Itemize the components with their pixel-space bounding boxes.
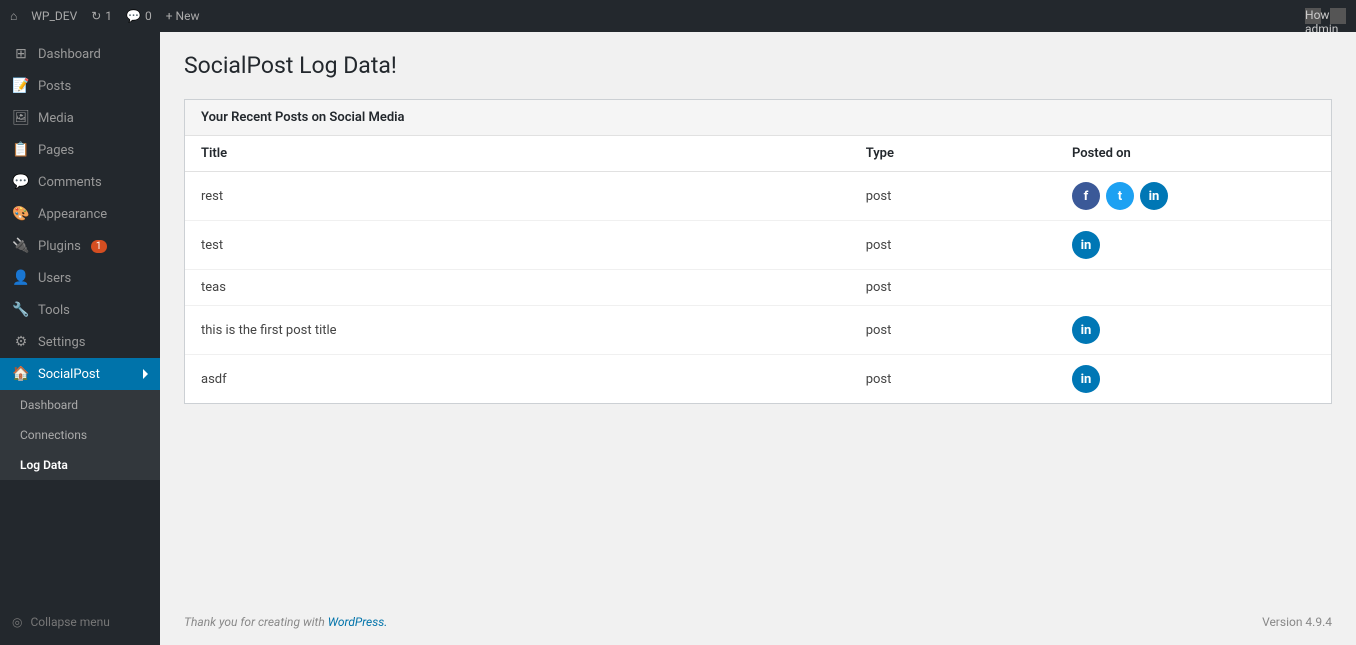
cell-posted [1056, 270, 1331, 306]
comments-icon: 💬 [126, 9, 141, 23]
collapse-menu-button[interactable]: ◎ Collapse menu [0, 607, 160, 637]
admin-bar-comments[interactable]: 💬 0 [126, 9, 152, 23]
sidebar-item-settings[interactable]: ⚙ Settings [0, 326, 160, 358]
footer: Thank you for creating with WordPress. V… [160, 599, 1356, 645]
sidebar: ⊞ Dashboard 📝 Posts 🖼 Media 📋 Pages 💬 Co… [0, 32, 160, 645]
page-title: SocialPost Log Data! [184, 52, 1332, 79]
updates-icon: ↻ [91, 9, 101, 23]
cell-title: asdf [185, 355, 850, 404]
comments-nav-icon: 💬 [12, 174, 30, 190]
sidebar-item-plugins[interactable]: 🔌 Plugins 1 [0, 230, 160, 262]
avatar [1330, 8, 1346, 24]
footer-version: Version 4.9.4 [1262, 615, 1332, 629]
cell-type: post [850, 355, 1056, 404]
tools-icon: 🔧 [12, 302, 30, 318]
sidebar-item-posts[interactable]: 📝 Posts [0, 70, 160, 102]
cell-posted: in [1056, 221, 1331, 270]
table-row: restpostftin [185, 172, 1331, 221]
cell-posted: ftin [1056, 172, 1331, 221]
settings-icon: ⚙ [12, 334, 30, 350]
footer-text: Thank you for creating with [184, 615, 328, 629]
table-row: testpostin [185, 221, 1331, 270]
users-icon: 👤 [12, 270, 30, 286]
plugins-icon: 🔌 [12, 238, 30, 254]
admin-bar-home[interactable]: ⌂ [10, 9, 17, 23]
chevron-right-icon [143, 369, 148, 379]
collapse-icon: ◎ [12, 615, 22, 629]
pages-icon: 📋 [12, 142, 30, 158]
appearance-icon: 🎨 [12, 206, 30, 222]
admin-bar-site[interactable]: WP_DEV [31, 9, 77, 23]
cell-title: teas [185, 270, 850, 306]
admin-bar-updates[interactable]: ↻ 1 [91, 9, 112, 23]
cell-posted: in [1056, 355, 1331, 404]
twitter-icon: t [1106, 182, 1134, 210]
sidebar-item-dashboard[interactable]: ⊞ Dashboard [0, 38, 160, 70]
sidebar-item-tools[interactable]: 🔧 Tools [0, 294, 160, 326]
sidebar-item-users[interactable]: 👤 Users [0, 262, 160, 294]
posts-icon: 📝 [12, 78, 30, 94]
col-header-type: Type [850, 136, 1056, 172]
sidebar-item-sp-logdata[interactable]: Log Data [0, 450, 160, 480]
table-row: this is the first post titlepostin [185, 306, 1331, 355]
admin-bar-howdy: Howdy, admin [1299, 8, 1346, 24]
cell-type: post [850, 221, 1056, 270]
table-row: teaspost [185, 270, 1331, 306]
main-content: SocialPost Log Data! Your Recent Posts o… [160, 32, 1356, 599]
media-icon: 🖼 [12, 110, 30, 126]
admin-bar-new[interactable]: + New [166, 9, 200, 23]
cell-title: rest [185, 172, 850, 221]
col-header-posted: Posted on [1056, 136, 1331, 172]
cell-title: test [185, 221, 850, 270]
cell-title: this is the first post title [185, 306, 850, 355]
col-header-title: Title [185, 136, 850, 172]
facebook-icon: f [1072, 182, 1100, 210]
admin-bar: ⌂ WP_DEV ↻ 1 💬 0 + New Howdy, admin [0, 0, 1356, 32]
site-name: WP_DEV [31, 9, 77, 23]
plugins-badge: 1 [91, 240, 107, 253]
posts-table: Title Type Posted on restpostftintestpos… [185, 136, 1331, 403]
sidebar-item-sp-connections[interactable]: Connections [0, 420, 160, 450]
table-row: asdfpostin [185, 355, 1331, 404]
cell-type: post [850, 306, 1056, 355]
linkedin-icon: in [1072, 316, 1100, 344]
socialpost-icon: 🏠 [12, 366, 30, 382]
log-data-card: Your Recent Posts on Social Media Title … [184, 99, 1332, 404]
dashboard-icon: ⊞ [12, 46, 30, 62]
cell-type: post [850, 270, 1056, 306]
sidebar-item-media[interactable]: 🖼 Media [0, 102, 160, 134]
linkedin-icon: in [1140, 182, 1168, 210]
card-header: Your Recent Posts on Social Media [185, 100, 1331, 136]
sidebar-item-socialpost[interactable]: 🏠 SocialPost [0, 358, 160, 390]
sidebar-item-appearance[interactable]: 🎨 Appearance [0, 198, 160, 230]
wp-logo-icon: ⌂ [10, 9, 17, 23]
linkedin-icon: in [1072, 365, 1100, 393]
cell-posted: in [1056, 306, 1331, 355]
linkedin-icon: in [1072, 231, 1100, 259]
sidebar-item-sp-dashboard[interactable]: Dashboard [0, 390, 160, 420]
sidebar-item-pages[interactable]: 📋 Pages [0, 134, 160, 166]
sidebar-item-comments[interactable]: 💬 Comments [0, 166, 160, 198]
footer-link[interactable]: WordPress. [328, 615, 388, 629]
socialpost-submenu: Dashboard Connections Log Data [0, 390, 160, 480]
cell-type: post [850, 172, 1056, 221]
